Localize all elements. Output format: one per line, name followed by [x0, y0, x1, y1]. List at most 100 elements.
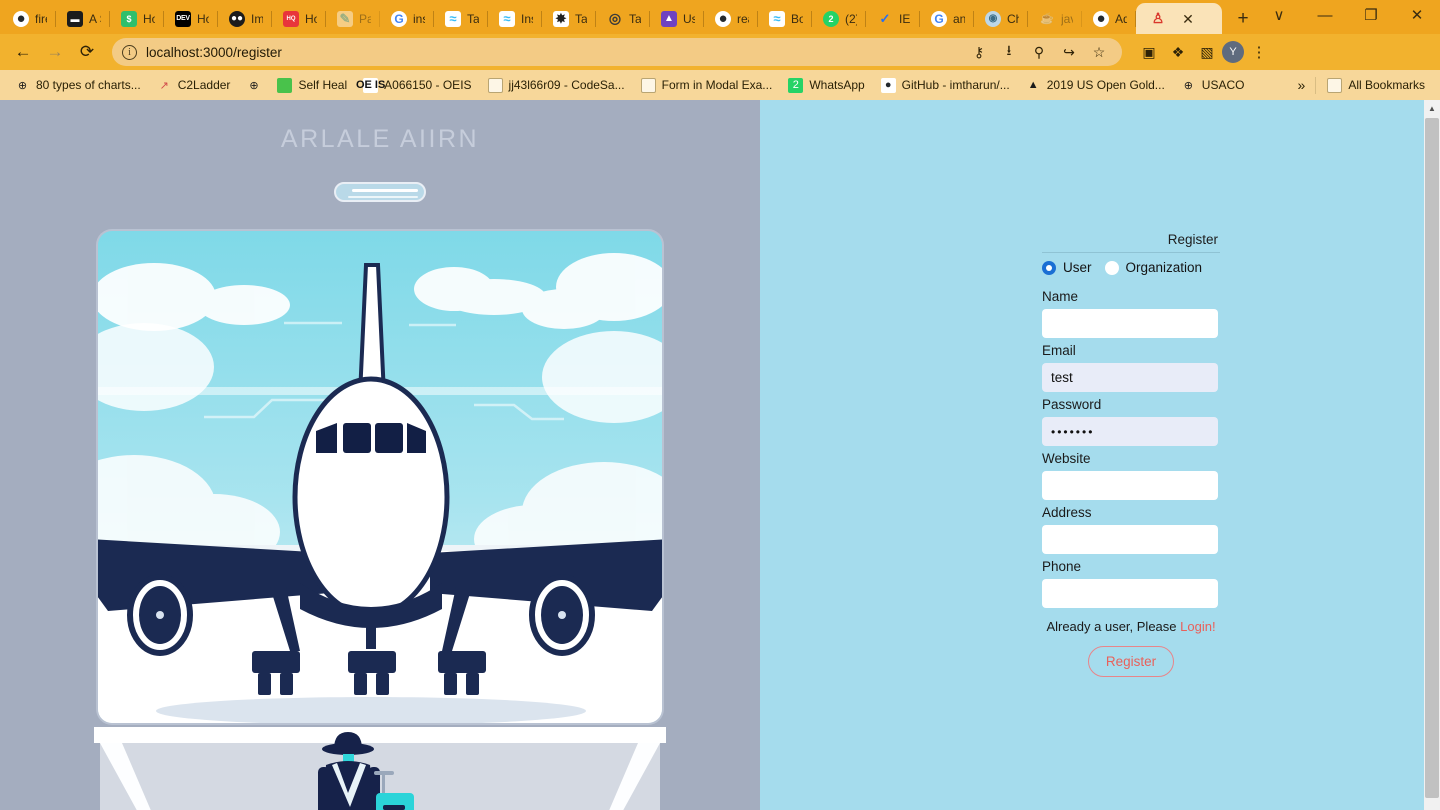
maximize-button[interactable]: ❐ — [1348, 0, 1394, 30]
tab-label: Ho — [197, 11, 209, 26]
bookmark-label: Self Heal — [298, 78, 348, 92]
tab-2[interactable]: $ Ho — [110, 3, 164, 34]
tab-label: Ho — [143, 11, 155, 26]
address-bar[interactable]: i localhost:3000/register ⚷ ⭳ ⚲ ↪ ☆ — [112, 38, 1122, 66]
scroll-up-button[interactable]: ▲ — [1424, 100, 1440, 117]
register-submit-button[interactable]: Register — [1087, 646, 1175, 677]
website-field[interactable] — [1042, 471, 1218, 500]
tab-14[interactable]: ≈ Box — [758, 3, 812, 34]
tab-active[interactable]: ♙ ✕ — [1136, 3, 1222, 34]
tab-label: Box — [791, 11, 803, 26]
bookmark-item[interactable]: ▲ 2019 US Open Gold... — [1019, 75, 1172, 96]
page-scrollbar[interactable]: ▲ — [1424, 100, 1440, 810]
all-bookmarks-button[interactable]: All Bookmarks — [1320, 75, 1432, 96]
tailwind-wave-icon: ≈ — [769, 10, 785, 27]
bookmark-item[interactable]: Self Heal — [270, 75, 354, 96]
back-button[interactable]: ← — [8, 37, 38, 67]
tab-label: Ima — [251, 11, 263, 26]
all-bookmarks-icon — [1327, 77, 1343, 93]
google-icon: G — [391, 10, 407, 27]
bookmarks-overflow-button[interactable]: » — [1292, 77, 1312, 93]
tab-19[interactable]: ☕ java — [1028, 3, 1082, 34]
tab-18[interactable]: ◉ Cha — [974, 3, 1028, 34]
tab-8[interactable]: ≈ Tan — [434, 3, 488, 34]
tab-6[interactable]: ✎ Pap — [326, 3, 380, 34]
site-info-icon[interactable]: i — [122, 44, 137, 60]
tab-20[interactable]: ● Adi — [1082, 3, 1136, 34]
tab-7[interactable]: Ginst — [380, 3, 434, 34]
name-field[interactable] — [1042, 309, 1218, 338]
install-app-icon[interactable]: ⭳ — [996, 39, 1022, 65]
tab-12[interactable]: ▲ Usi — [650, 3, 704, 34]
extensions-puzzle-icon[interactable]: ❖ — [1165, 39, 1191, 65]
tab-search-button[interactable]: ∨ — [1256, 0, 1302, 30]
email-field[interactable] — [1042, 363, 1218, 392]
reload-button[interactable]: ⟳ — [72, 37, 102, 67]
bookmark-item[interactable]: ⊕ USACO — [1174, 75, 1252, 96]
whatsapp-icon: 2 — [823, 10, 839, 27]
radio-organization[interactable] — [1104, 260, 1119, 275]
tab-label: java — [1061, 11, 1073, 26]
tab-15[interactable]: 2 (2) — [812, 3, 866, 34]
tab-label: Ins — [521, 11, 533, 26]
tab-0[interactable]: ● fire — [2, 3, 56, 34]
dark-square-icon: ▬ — [67, 10, 83, 27]
tab-strip: ●fire▬A S$HoDEVHo●●ImaHQHo✎PapGinst≈Tan≈… — [0, 0, 1440, 34]
bookmark-item[interactable]: ⊕ — [239, 75, 268, 96]
zoom-out-icon[interactable]: ⚲ — [1026, 39, 1052, 65]
tab-3[interactable]: DEV Ho — [164, 3, 218, 34]
bookmark-item[interactable]: jj43l66r09 - CodeSa... — [481, 75, 632, 96]
password-field-label: Password — [1042, 397, 1102, 412]
phone-field[interactable] — [1042, 579, 1218, 608]
bookmark-item[interactable]: 2 WhatsApp — [781, 75, 871, 96]
tab-17[interactable]: Gana — [920, 3, 974, 34]
devto-icon: DEV — [175, 10, 191, 27]
address-field[interactable] — [1042, 525, 1218, 554]
tab-9[interactable]: ≈ Ins — [488, 3, 542, 34]
radio-label-organization: Organization — [1125, 260, 1203, 275]
globe-icon: ⊕ — [1183, 79, 1193, 92]
forward-button[interactable]: → — [40, 37, 70, 67]
hero-title: ARLALE AIIRN — [280, 125, 480, 153]
bookmark-item[interactable]: OE IS A066150 - OEIS — [356, 75, 478, 96]
tab-label: IEC — [899, 11, 911, 26]
password-key-icon[interactable]: ⚷ — [966, 39, 992, 65]
tab-11[interactable]: ◎ Tail — [596, 3, 650, 34]
screenshot-camera-icon[interactable]: ▣ — [1136, 39, 1162, 65]
new-tab-button[interactable]: + — [1230, 4, 1256, 32]
minimize-button[interactable]: — — [1302, 0, 1348, 30]
login-link[interactable]: Login! — [1180, 619, 1215, 634]
tab-16[interactable]: ✓ IEC — [866, 3, 920, 34]
radio-user[interactable] — [1042, 260, 1056, 275]
bookmark-item[interactable]: ● GitHub - imtharun/... — [874, 75, 1017, 96]
scrollbar-thumb[interactable] — [1425, 118, 1439, 798]
bookmarks-right-group: » All Bookmarks — [1292, 75, 1432, 96]
page-viewport: ARLALE AIIRN Register User Organization … — [0, 100, 1440, 810]
tab-13[interactable]: ● rea — [704, 3, 758, 34]
profile-avatar[interactable]: Y — [1222, 41, 1244, 63]
bookmark-item[interactable]: ⊕ 80 types of charts... — [8, 75, 148, 96]
github-icon: ● — [1093, 10, 1109, 27]
close-window-button[interactable]: ✕ — [1394, 0, 1440, 30]
oeis-icon: OE IS — [355, 77, 386, 93]
password-field[interactable] — [1042, 417, 1218, 446]
tab-close-button[interactable]: ✕ — [1180, 12, 1196, 26]
side-panel-icon[interactable]: ▧ — [1194, 39, 1220, 65]
tab-5[interactable]: HQ Ho — [272, 3, 326, 34]
bookmark-item[interactable]: Form in Modal Exa... — [634, 75, 780, 96]
chrome-menu-button[interactable]: ⋮ — [1246, 39, 1272, 65]
tab-4[interactable]: ●● Ima — [218, 3, 272, 34]
all-bookmarks-label: All Bookmarks — [1348, 78, 1425, 92]
already-user-label: Already a user, Please — [1046, 619, 1181, 634]
share-icon[interactable]: ↪ — [1056, 39, 1082, 65]
register-panel: Register User Organization Name Email Passw… — [760, 100, 1440, 810]
hero-panel: ARLALE AIIRN — [0, 100, 760, 810]
toolbar-actions: ▣ ❖ ▧ — [1132, 39, 1220, 65]
bookmarks-divider — [1315, 76, 1317, 94]
tab-1[interactable]: ▬ A S — [56, 3, 110, 34]
bookmark-star-icon[interactable]: ☆ — [1086, 39, 1112, 65]
bookmark-item[interactable]: ↗ C2Ladder — [150, 75, 238, 96]
form-title: Register — [1167, 232, 1218, 247]
tab-10[interactable]: ✸ Tail — [542, 3, 596, 34]
bookmark-label: GitHub - imtharun/... — [901, 78, 1010, 92]
